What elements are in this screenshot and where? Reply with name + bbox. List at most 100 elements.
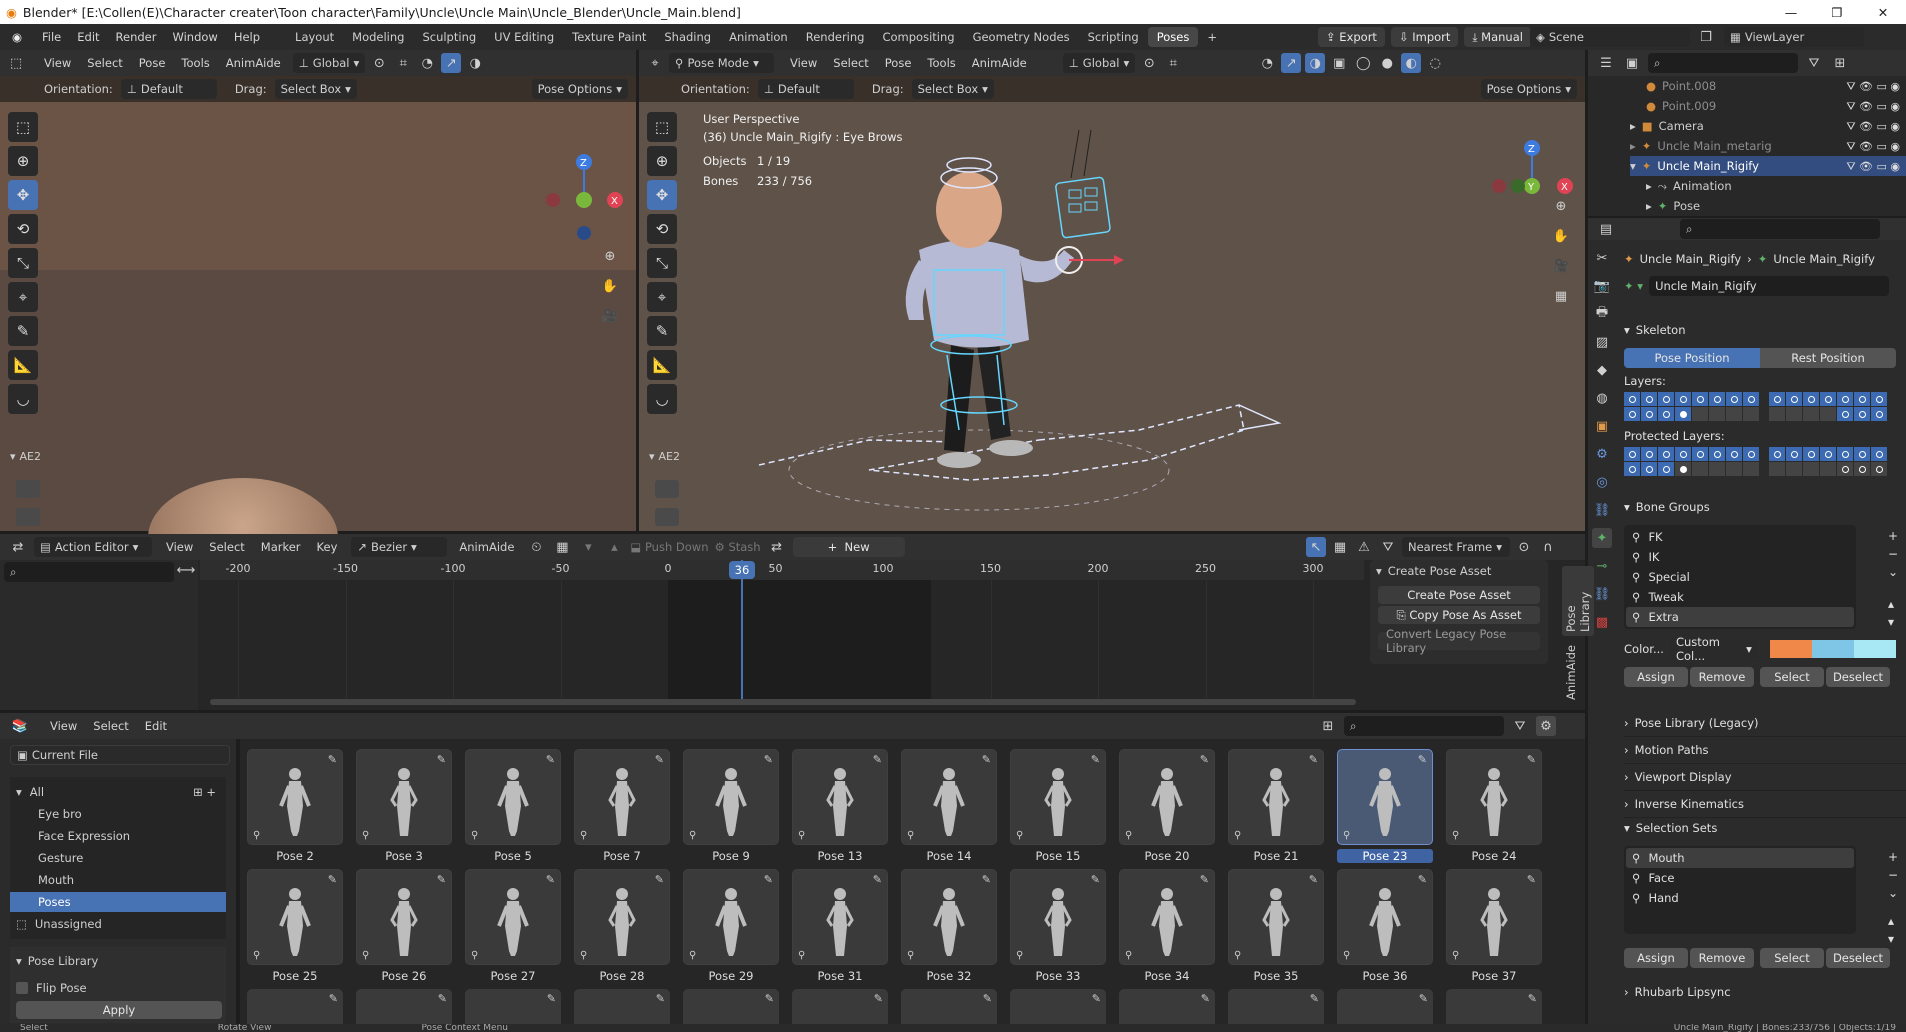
solid-icon[interactable]: ● [1377, 53, 1397, 73]
pivot-icon[interactable]: ⊙ [1139, 53, 1159, 73]
pose-asset-card[interactable]: ✎ ⚲ Pose 20 [1119, 749, 1215, 863]
create-pose-asset-button[interactable]: Create Pose Asset [1378, 586, 1540, 604]
edit-icon[interactable]: ✎ [983, 992, 992, 1005]
visibility-toggle-icon[interactable]: ⛛ 👁 ▭ ◉ [1846, 100, 1900, 114]
swap-icon[interactable]: ⟷ [176, 560, 196, 580]
menu-chevron-icon[interactable]: ⌄ [1888, 886, 1898, 900]
tab-geometry-nodes[interactable]: Geometry Nodes [964, 27, 1079, 47]
bone-tab-icon[interactable]: ⊸ [1592, 556, 1612, 576]
pose-thumbnail[interactable]: ✎ ⚲ [1446, 749, 1542, 845]
pose-thumbnail[interactable]: ✎ ⚲ [1228, 749, 1324, 845]
assign-button[interactable]: Assign [1624, 667, 1688, 687]
move-up-icon[interactable]: ▴ [1888, 597, 1898, 611]
pose-asset-card[interactable]: ✎ ⚲ Pose 33 [1010, 869, 1106, 983]
editor-type-icon[interactable]: 📚 [10, 716, 30, 736]
new-action-button[interactable]: + New [792, 537, 905, 557]
edit-icon[interactable]: ✎ [655, 753, 664, 766]
create-pose-asset-header[interactable]: ▾ Create Pose Asset [1370, 560, 1548, 582]
bone-group-item[interactable]: ⚲ IK [1626, 547, 1854, 567]
channel-search[interactable]: ⌕ [4, 562, 174, 582]
falloff-icon[interactable]: ∩ [1538, 537, 1558, 557]
properties-search[interactable]: ⌕ [1680, 219, 1880, 239]
pose-asset-card[interactable]: ✎ [792, 989, 888, 1024]
visibility-toggle-icon[interactable]: ⛛ 👁 ▭ ◉ [1846, 160, 1900, 174]
new-collection-icon[interactable]: ⊞ [1830, 53, 1850, 73]
left-viewport[interactable]: ⬚ View Select Pose Tools AnimAide ⊥ Glob… [0, 50, 636, 598]
edit-icon[interactable]: ✎ [546, 873, 555, 886]
relax-icon[interactable]: ◡ [647, 384, 677, 414]
pose-asset-card[interactable]: ✎ ⚲ Pose 28 [574, 869, 670, 983]
edit-icon[interactable]: ✎ [1527, 753, 1536, 766]
edit-icon[interactable]: ✎ [437, 873, 446, 886]
lv-menu-animaide[interactable]: AnimAide [218, 56, 289, 70]
modifiers-tab-icon[interactable]: ⚙ [1592, 444, 1612, 464]
copy-scene-icon[interactable]: ❐ [1696, 27, 1716, 47]
mv-menu-pose[interactable]: Pose [877, 56, 920, 70]
filter-icon[interactable]: ⛛ [1510, 716, 1530, 736]
menu-help[interactable]: Help [226, 30, 268, 44]
ab-menu-select[interactable]: Select [85, 719, 136, 733]
display-mode-icon[interactable]: ⊞ [1318, 716, 1338, 736]
pose-thumbnail[interactable]: ✎ ⚲ [901, 869, 997, 965]
only-errors-icon[interactable]: ⚠ [1354, 537, 1374, 557]
pose-thumbnail[interactable]: ✎ ⚲ [356, 749, 452, 845]
object-tab-icon[interactable]: ▣ [1592, 416, 1612, 436]
mv-navigation-gizmo[interactable]: Z Y X [1485, 90, 1579, 210]
pose-thumbnail[interactable]: ✎ ⚲ [683, 869, 779, 965]
edit-icon[interactable]: ✎ [1309, 873, 1318, 886]
maximize-icon[interactable]: ❐ [1814, 5, 1860, 20]
rigged-character[interactable] [719, 130, 1419, 530]
pose-thumbnail[interactable]: ✎ ⚲ [247, 869, 343, 965]
edit-icon[interactable]: ✎ [765, 992, 774, 1005]
ae-menu-key[interactable]: Key [309, 540, 346, 554]
pose-asset-card[interactable]: ✎ ⚲ Pose 13 [792, 749, 888, 863]
tab-animaide[interactable]: AnimAide [1562, 645, 1580, 704]
library-dropdown[interactable]: ▣ Current File [10, 745, 230, 765]
pose-asset-card[interactable]: ✎ ⚲ Pose 37 [1446, 869, 1542, 983]
rotate-icon[interactable]: ⟲ [8, 214, 38, 244]
pose-asset-card[interactable]: ✎ ⚲ Pose 36 [1337, 869, 1433, 983]
remove-button[interactable]: Remove [1690, 667, 1754, 687]
filter-icon[interactable]: ⛛ [1378, 537, 1398, 557]
cursor-icon[interactable]: ⊕ [8, 146, 38, 176]
pose-thumbnail[interactable]: ✎ ⚲ [247, 749, 343, 845]
visibility-icon[interactable]: ◔ [417, 53, 437, 73]
mode-selector[interactable]: ⚲ Pose Mode ▾ [669, 53, 774, 73]
display-mode-icon[interactable]: ▣ [1622, 53, 1642, 73]
edit-icon[interactable]: ✎ [656, 992, 665, 1005]
scene-tab-icon[interactable]: ◆ [1592, 360, 1612, 380]
push-down-button[interactable]: ⬓ Push Down [630, 540, 708, 554]
lv-ae2-panel[interactable]: ▾ AE2 [10, 450, 41, 463]
ab-menu-view[interactable]: View [42, 719, 85, 733]
selection-set-item-active[interactable]: ⚲ Mouth [1626, 848, 1854, 868]
pose-asset-card[interactable]: ✎ ⚲ Pose 7 [574, 749, 670, 863]
pose-thumbnail[interactable]: ✎ ⚲ [683, 749, 779, 845]
edit-icon[interactable]: ✎ [1419, 992, 1428, 1005]
action-editor-region[interactable]: ⌕ ⟷ -200 -150 -100 -50 0 50 100 150 200 250 300 36… [0, 560, 1594, 710]
rest-position-button[interactable]: Rest Position [1760, 348, 1896, 368]
pose-thumbnail[interactable]: ✎ ⚲ [465, 869, 561, 965]
show-hidden-icon[interactable]: ▦ [1330, 537, 1350, 557]
pose-asset-card[interactable]: ✎ ⚲ Pose 21 [1228, 749, 1324, 863]
edit-icon[interactable]: ✎ [1092, 992, 1101, 1005]
edit-icon[interactable]: ✎ [1200, 753, 1209, 766]
outliner-item[interactable]: ▸ ⤳ Animation [1646, 176, 1906, 196]
color-swatch-select[interactable] [1811, 640, 1854, 658]
zoom-icon[interactable]: ⊕ [1551, 196, 1571, 216]
world-tab-icon[interactable]: ◍ [1592, 388, 1612, 408]
edit-icon[interactable]: ✎ [982, 753, 991, 766]
bone-group-item[interactable]: ⚲ Special [1626, 567, 1854, 587]
pose-library-header[interactable]: ▾ Pose Library [16, 951, 220, 971]
pose-asset-card[interactable]: ✎ [1010, 989, 1106, 1024]
pose-thumbnail[interactable]: ✎ ⚲ [1119, 749, 1215, 845]
new-catalog-icon[interactable]: ⊞ + [193, 785, 216, 799]
edit-icon[interactable]: ✎ [1091, 873, 1100, 886]
pose-asset-card[interactable]: ✎ ⚲ Pose 2 [247, 749, 343, 863]
edit-icon[interactable]: ✎ [329, 992, 338, 1005]
output-tab-icon[interactable]: 🖶 [1592, 304, 1612, 324]
rotate-icon[interactable]: ⟲ [647, 214, 677, 244]
mv-drag-dropdown[interactable]: Select Box ▾ [911, 79, 994, 99]
action-browse-icon[interactable]: ⇄ [767, 537, 787, 557]
move-icon[interactable]: ✥ [647, 180, 677, 210]
mv-menu-tools[interactable]: Tools [919, 56, 963, 70]
